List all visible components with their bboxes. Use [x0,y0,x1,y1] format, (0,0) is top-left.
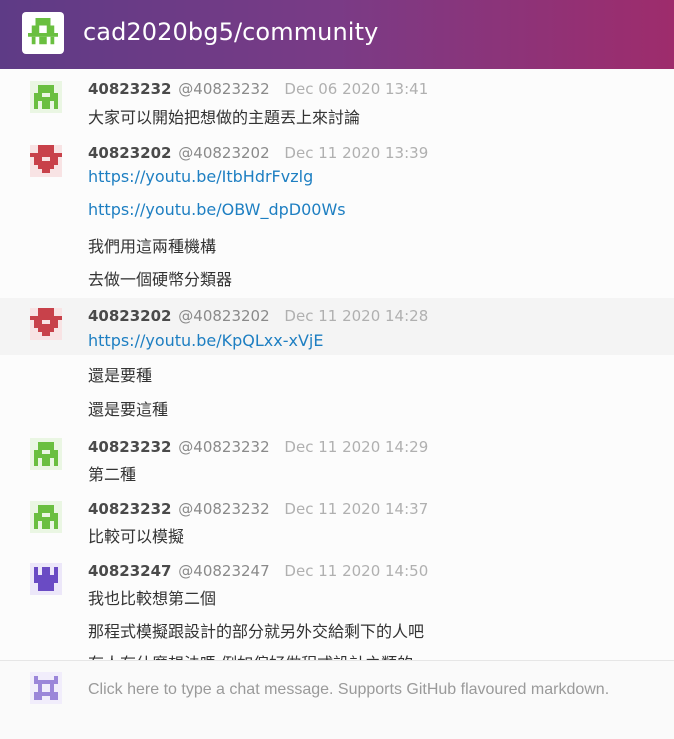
green-identicon-icon[interactable] [30,501,62,533]
message-link[interactable]: https://youtu.be/KpQLxx-xVjE [88,331,323,350]
message-text: 大家可以開始把想做的主題丟上來討論 [88,108,361,127]
message-text: 我也比較想第二個 [88,589,217,608]
green-identicon-icon[interactable] [30,81,62,113]
red-identicon-icon[interactable] [30,145,62,177]
message-text: 去做一個硬幣分類器 [88,270,233,289]
message-text: 第二種 [88,465,137,484]
room-title[interactable]: cad2020bg5/community [83,18,378,46]
message-handle: @40823232 [178,80,270,98]
lavender-identicon-icon [30,672,62,704]
message-text: 我們用這兩種機構 [88,237,217,256]
message-meta: 40823232 @40823232 Dec 06 2020 13:41 [88,80,428,98]
message-meta: 40823202 @40823202 Dec 11 2020 13:39 [88,144,428,162]
message-author[interactable]: 40823202 [88,307,172,325]
message-handle: @40823202 [178,307,270,325]
message-text: 還是要這種 [88,400,169,419]
message-author[interactable]: 40823202 [88,144,172,162]
room-avatar[interactable] [22,12,64,54]
room-header: cad2020bg5/community [0,0,674,69]
message-author[interactable]: 40823232 [88,438,172,456]
message-handle: @40823247 [178,562,270,580]
message-author[interactable]: 40823247 [88,562,172,580]
green-identicon-icon[interactable] [30,438,62,470]
message-text: 還是要種 [88,366,153,385]
green-identicon-icon [28,18,58,45]
message-handle: @40823202 [178,144,270,162]
chat-composer [0,660,674,739]
chat-message-list[interactable]: 40823232 @40823232 Dec 06 2020 13:41 大家可… [0,69,674,660]
message-text: 有人有什麼想法嗎 例如偏好做程式設計之類的 [88,650,413,660]
chat-message: 40823232 @40823232 Dec 11 2020 14:37 比較可… [0,492,674,554]
message-author[interactable]: 40823232 [88,500,172,518]
message-text: 那程式模擬跟設計的部分就另外交給剩下的人吧 [88,622,425,641]
red-identicon-icon[interactable] [30,308,62,340]
message-link[interactable]: https://youtu.be/OBW_dpD00Ws [88,200,346,219]
chat-message-input[interactable] [88,661,674,719]
message-timestamp[interactable]: Dec 11 2020 14:29 [284,438,428,456]
message-meta: 40823202 @40823202 Dec 11 2020 14:28 [88,307,428,325]
message-timestamp[interactable]: Dec 11 2020 14:50 [284,562,428,580]
purple-identicon-icon[interactable] [30,563,62,595]
message-author[interactable]: 40823232 [88,80,172,98]
chat-message: 40823232 @40823232 Dec 06 2020 13:41 大家可… [0,69,674,135]
message-text: 比較可以模擬 [88,527,185,546]
message-timestamp[interactable]: Dec 11 2020 14:37 [284,500,428,518]
chat-message: 40823202 @40823202 Dec 11 2020 13:39 htt… [0,135,674,298]
message-link[interactable]: https://youtu.be/ItbHdrFvzlg [88,167,313,186]
chat-message: 40823232 @40823232 Dec 11 2020 14:29 第二種 [0,430,674,492]
message-meta: 40823247 @40823247 Dec 11 2020 14:50 [88,562,428,580]
message-timestamp[interactable]: Dec 11 2020 14:28 [284,307,428,325]
message-handle: @40823232 [178,500,270,518]
message-meta: 40823232 @40823232 Dec 11 2020 14:37 [88,500,428,518]
message-meta: 40823232 @40823232 Dec 11 2020 14:29 [88,438,428,456]
chat-message: 40823202 @40823202 Dec 11 2020 14:28 htt… [0,298,674,430]
message-timestamp[interactable]: Dec 11 2020 13:39 [284,144,428,162]
chat-message: 40823247 @40823247 Dec 11 2020 14:50 我也比… [0,554,674,660]
message-timestamp[interactable]: Dec 06 2020 13:41 [284,80,428,98]
message-handle: @40823232 [178,438,270,456]
